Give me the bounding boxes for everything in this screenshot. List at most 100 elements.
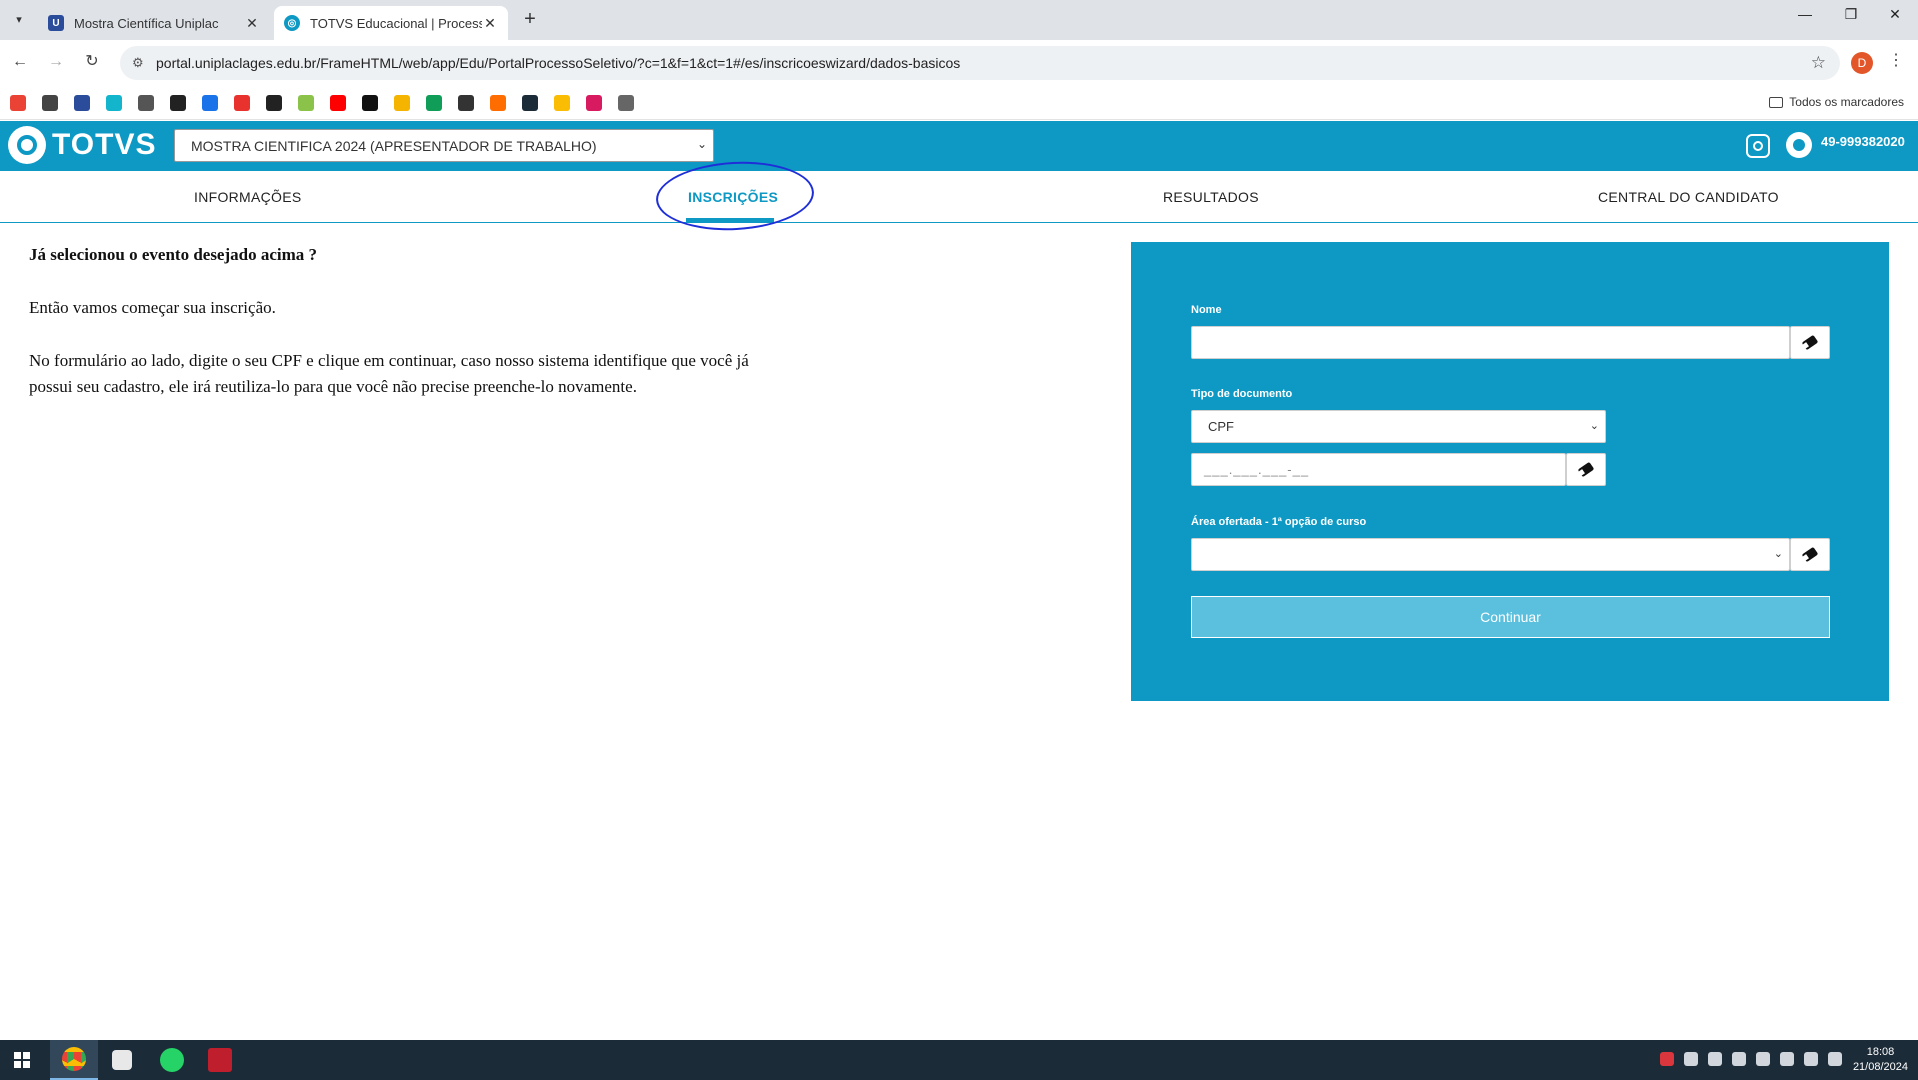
tray-icon[interactable] <box>1660 1052 1674 1066</box>
area-select[interactable]: ⌄ <box>1191 538 1790 571</box>
window-app-icon <box>112 1050 132 1070</box>
totvs-icon: ◎ <box>284 15 300 31</box>
event-selected-value: MOSTRA CIENTIFICA 2024 (APRESENTADOR DE … <box>191 138 597 154</box>
taskbar-window-app[interactable] <box>98 1040 146 1080</box>
doc-type-select[interactable]: CPF ⌄ <box>1191 410 1606 443</box>
totvs-logo[interactable]: TOTVS <box>8 126 156 164</box>
whatsapp-icon <box>160 1048 184 1072</box>
filezilla-icon <box>208 1048 232 1072</box>
tray-icon[interactable] <box>1756 1052 1770 1066</box>
bookmark-favicon-icon[interactable] <box>458 95 474 111</box>
bookmark-favicon-icon[interactable] <box>170 95 186 111</box>
bookmark-favicon-icon[interactable] <box>74 95 90 111</box>
chrome-icon <box>62 1047 86 1071</box>
bookmark-favicon-icon[interactable] <box>234 95 250 111</box>
cpf-input[interactable]: ___.___.___-__ <box>1191 453 1566 486</box>
close-tab-icon[interactable]: ✕ <box>244 15 260 32</box>
registration-form-panel: Nome Tipo de documento CPF ⌄ ___.___.___… <box>1131 242 1889 701</box>
bookmark-favicon-icon[interactable] <box>10 95 26 111</box>
doc-type-value: CPF <box>1208 419 1234 434</box>
menu-item-resultados[interactable]: RESULTADOS <box>1163 189 1259 205</box>
bookmark-favicon-icon[interactable] <box>266 95 282 111</box>
bookmark-favicon-icon[interactable] <box>522 95 538 111</box>
taskbar-chrome[interactable] <box>50 1040 98 1080</box>
instagram-icon[interactable] <box>1746 134 1770 158</box>
browser-tab-bar: ▾ U Mostra Científica Uniplac ✕ ◎ TOTVS … <box>0 0 1918 40</box>
tray-icon[interactable] <box>1780 1052 1794 1066</box>
totvs-logo-icon <box>8 126 46 164</box>
contact-phone[interactable]: 49-999382020 <box>1821 134 1905 149</box>
eraser-icon <box>1801 546 1819 563</box>
clear-cpf-button[interactable] <box>1566 453 1606 486</box>
site-header: TOTVS MOSTRA CIENTIFICA 2024 (APRESENTAD… <box>0 121 1918 171</box>
tray-icon[interactable] <box>1708 1052 1722 1066</box>
bookmark-favicon-icon[interactable] <box>362 95 378 111</box>
close-window-icon[interactable]: ✕ <box>1872 6 1918 23</box>
event-select[interactable]: MOSTRA CIENTIFICA 2024 (APRESENTADOR DE … <box>174 129 714 162</box>
forward-icon[interactable]: → <box>44 50 68 74</box>
bookmark-favicon-icon[interactable] <box>202 95 218 111</box>
windows-taskbar: 18:08 21/08/2024 <box>0 1040 1918 1080</box>
tab-mostra-cientifica[interactable]: U Mostra Científica Uniplac ✕ <box>38 6 270 40</box>
tray-icon[interactable] <box>1684 1052 1698 1066</box>
bookmark-favicon-icon[interactable] <box>426 95 442 111</box>
name-label: Nome <box>1191 304 1222 316</box>
all-bookmarks-button[interactable]: Todos os marcadores <box>1769 95 1904 109</box>
eraser-icon <box>1577 461 1595 478</box>
bookmark-favicon-icon[interactable] <box>490 95 506 111</box>
bookmark-favicon-icon[interactable] <box>42 95 58 111</box>
tray-icon[interactable] <box>1732 1052 1746 1066</box>
bookmark-favicon-icon[interactable] <box>106 95 122 111</box>
tab-totvs-educacional[interactable]: ◎ TOTVS Educacional | Processo S ✕ <box>274 6 508 40</box>
main-menu: INFORMAÇÕES INSCRIÇÕES RESULTADOS CENTRA… <box>0 171 1918 223</box>
eraser-icon <box>1801 334 1819 351</box>
more-menu-icon[interactable]: ⋮ <box>1888 50 1904 70</box>
clock-date: 21/08/2024 <box>1852 1061 1908 1073</box>
bookmark-star-icon[interactable]: ☆ <box>1811 53 1826 73</box>
address-bar-row: ← → ↻ ⚙ portal.uniplaclages.edu.br/Frame… <box>0 40 1918 86</box>
logo-text: TOTVS <box>52 128 157 161</box>
reload-icon[interactable]: ↻ <box>80 50 104 74</box>
system-tray[interactable] <box>1660 1052 1842 1066</box>
volume-icon[interactable] <box>1828 1052 1842 1066</box>
continue-button[interactable]: Continuar <box>1191 596 1830 638</box>
url-text[interactable]: portal.uniplaclages.edu.br/FrameHTML/web… <box>156 55 960 71</box>
menu-item-central-do-candidato[interactable]: CENTRAL DO CANDIDATO <box>1598 189 1779 205</box>
bookmark-favicon-icon[interactable] <box>554 95 570 111</box>
whatsapp-icon[interactable] <box>1786 132 1812 158</box>
bookmark-favicon-icon[interactable] <box>138 95 154 111</box>
network-icon[interactable] <box>1804 1052 1818 1066</box>
bookmark-favicon-icon[interactable] <box>618 95 634 111</box>
minimize-icon[interactable]: — <box>1782 6 1828 22</box>
taskbar-clock[interactable]: 18:08 21/08/2024 <box>1853 1045 1908 1075</box>
tab-search-chevron-icon[interactable]: ▾ <box>8 8 30 30</box>
chevron-down-icon: ⌄ <box>696 137 707 151</box>
clear-area-button[interactable] <box>1790 538 1830 571</box>
profile-avatar[interactable]: D <box>1851 52 1873 74</box>
cpf-placeholder: ___.___.___-__ <box>1204 462 1310 477</box>
doc-type-label: Tipo de documento <box>1191 388 1293 400</box>
intro-start: Então vamos começar sua inscrição. <box>29 298 276 317</box>
name-input[interactable] <box>1191 326 1790 359</box>
url-omnibox[interactable]: ⚙ portal.uniplaclages.edu.br/FrameHTML/w… <box>120 46 1840 80</box>
windows-start-icon[interactable] <box>14 1052 30 1068</box>
taskbar-filezilla[interactable] <box>196 1040 244 1080</box>
chevron-down-icon: ⌄ <box>1773 548 1783 560</box>
chevron-down-icon: ⌄ <box>1589 420 1599 432</box>
clock-time: 18:08 <box>1866 1046 1895 1058</box>
close-tab-icon[interactable]: ✕ <box>482 15 498 32</box>
bookmark-favicon-icon[interactable] <box>586 95 602 111</box>
intro-text: Já selecionou o evento desejado acima ? … <box>29 242 789 427</box>
taskbar-whatsapp[interactable] <box>148 1040 196 1080</box>
folder-icon <box>1769 96 1784 108</box>
bookmark-favicon-icon[interactable] <box>394 95 410 111</box>
restore-icon[interactable]: ❐ <box>1828 6 1874 23</box>
area-label: Área ofertada - 1ª opção de curso <box>1191 516 1367 528</box>
site-info-icon[interactable]: ⚙ <box>132 55 144 71</box>
clear-name-button[interactable] <box>1790 326 1830 359</box>
bookmark-favicon-icon[interactable] <box>298 95 314 111</box>
menu-item-informacoes[interactable]: INFORMAÇÕES <box>194 189 302 205</box>
bookmark-favicon-icon[interactable] <box>330 95 346 111</box>
new-tab-icon[interactable]: + <box>518 8 542 31</box>
back-icon[interactable]: ← <box>8 50 32 74</box>
